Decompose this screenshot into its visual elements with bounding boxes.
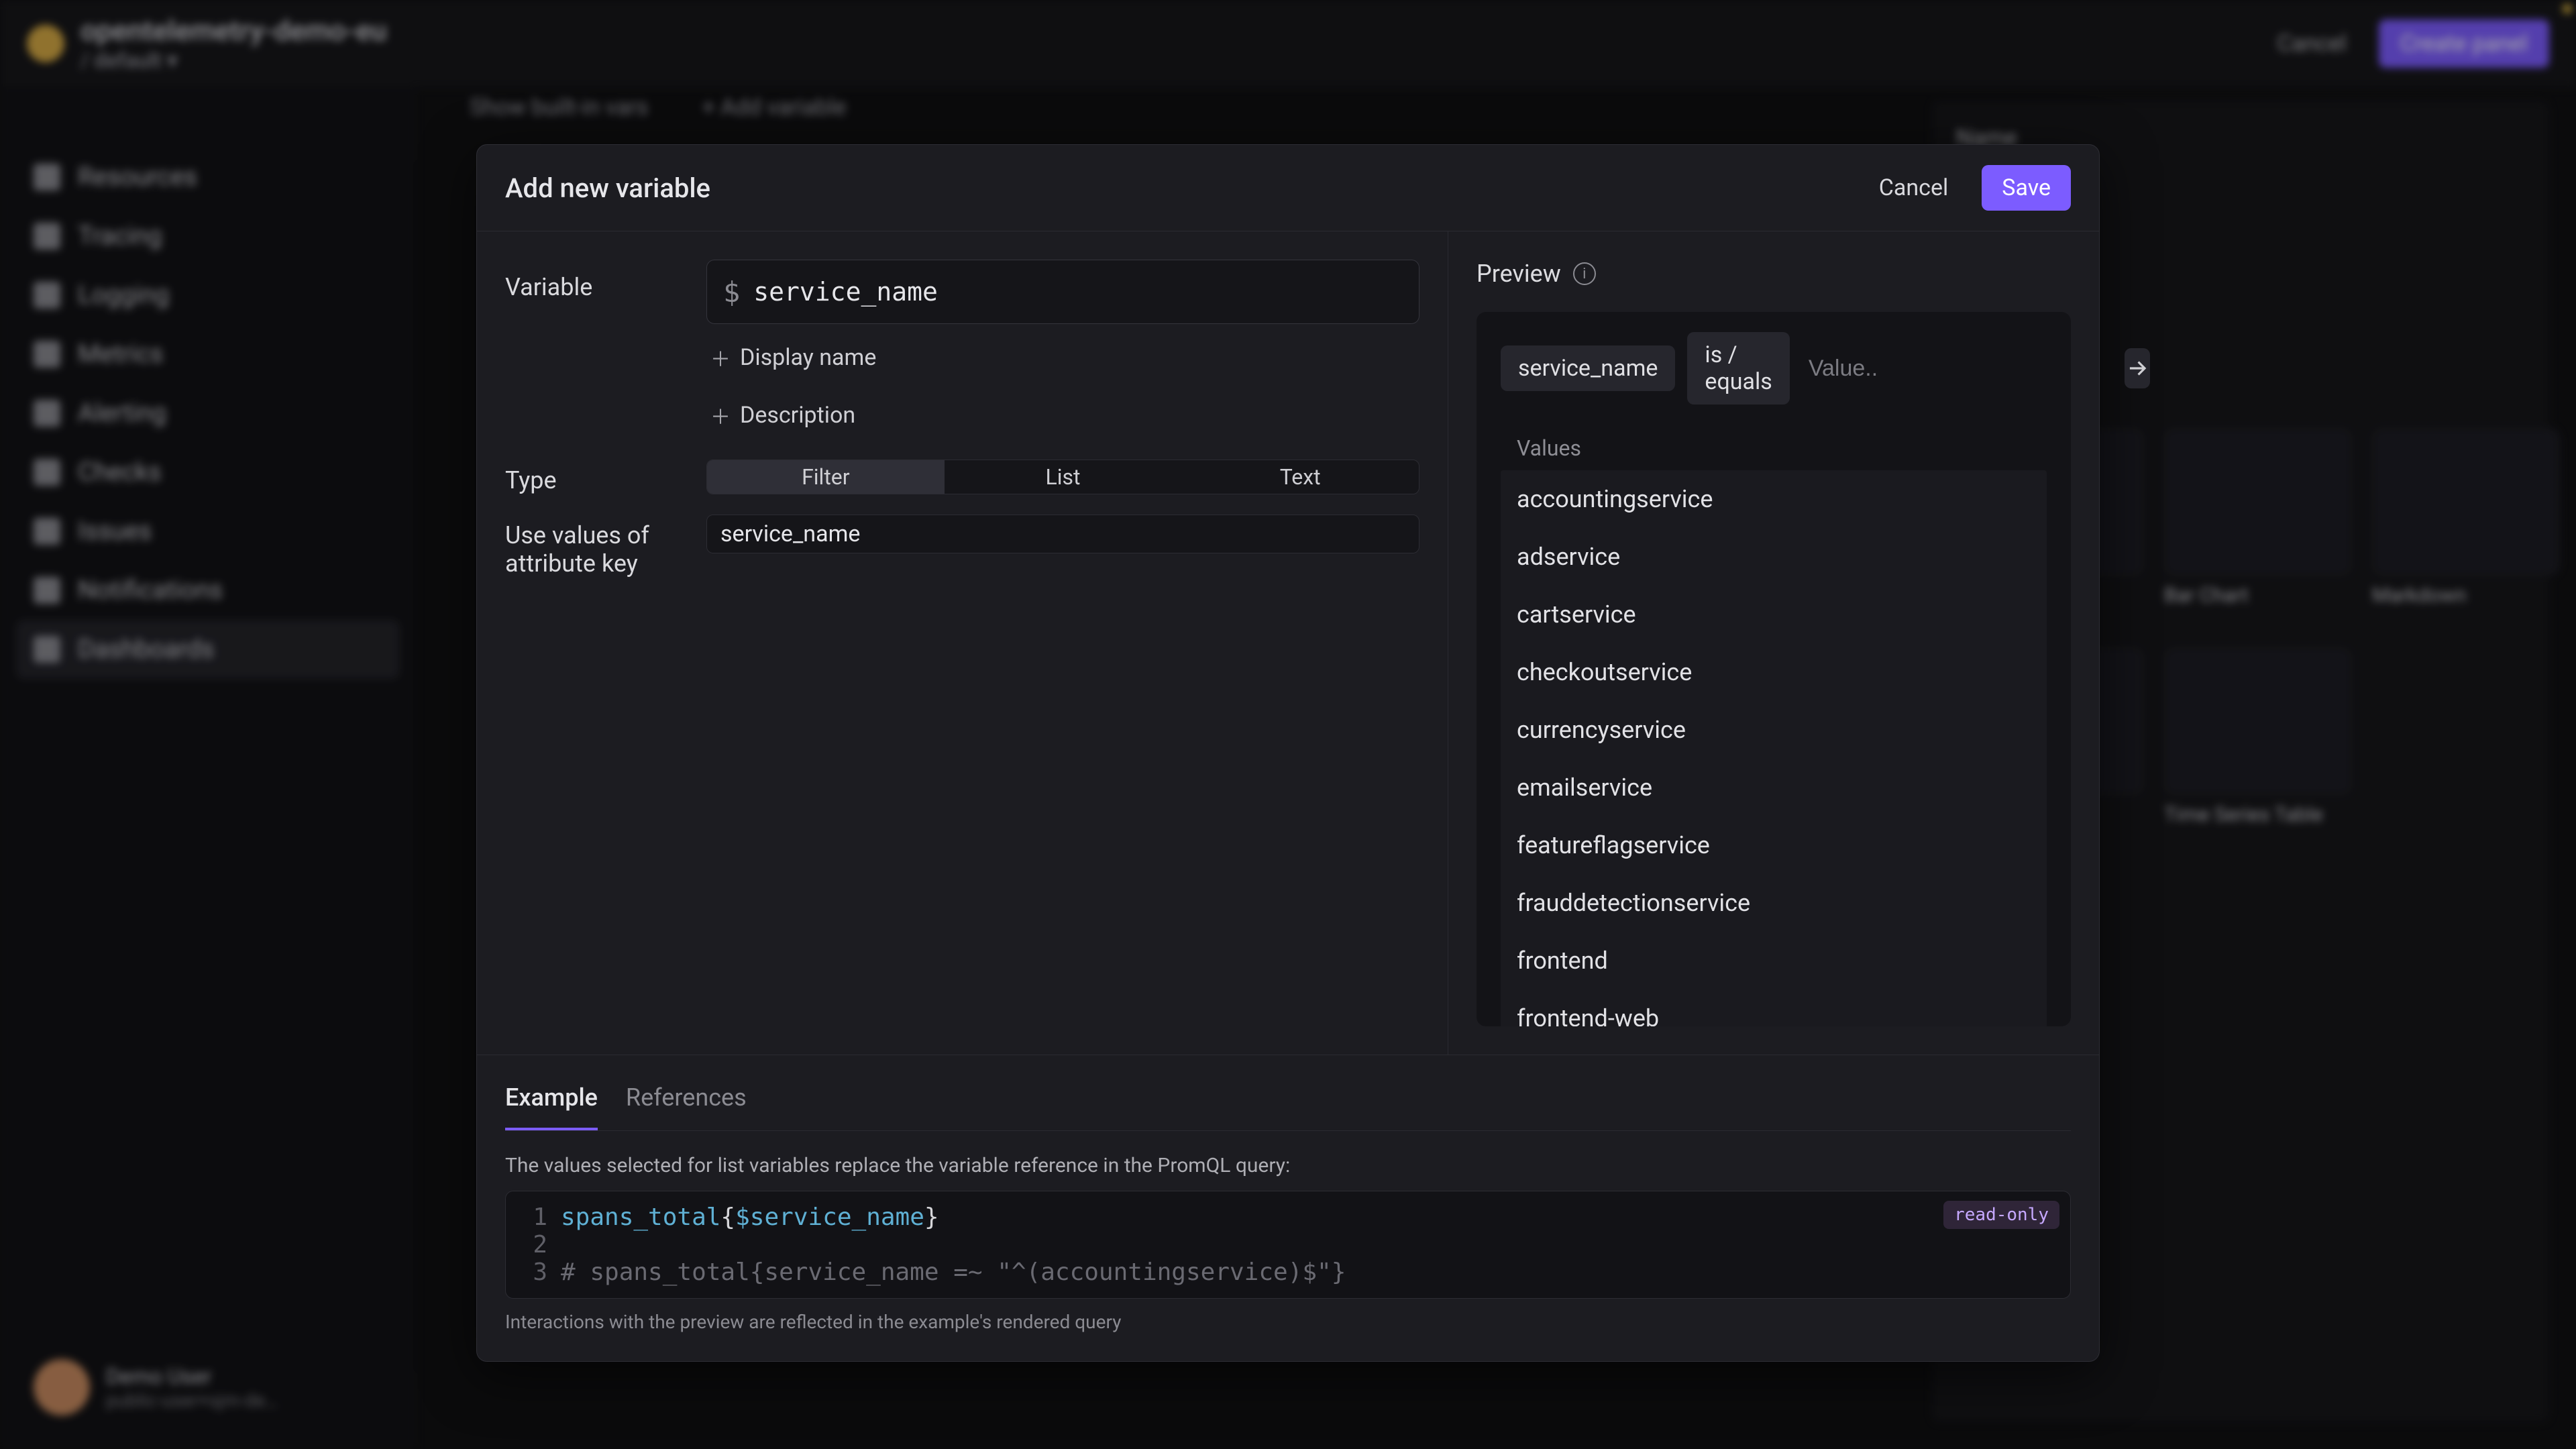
values-list[interactable]: accountingserviceadservicecartserviceche… [1501,470,2047,1026]
plus-icon: ＋ [710,343,731,372]
values-header: Values [1477,422,2071,470]
value-item[interactable]: accountingservice [1501,470,2047,528]
value-item[interactable]: checkoutservice [1501,643,2047,701]
attr-key-label: Use values of attribute key [505,515,706,578]
line-number: 3 [521,1258,547,1286]
value-item[interactable]: emailservice [1501,759,2047,816]
cancel-button[interactable]: Cancel [1859,165,1969,211]
plus-icon: ＋ [710,400,731,430]
attr-key-input[interactable] [706,515,1419,553]
value-item[interactable]: currencyservice [1501,701,2047,759]
preview-query-row: service_name is / equals [1477,332,2071,422]
add-description-label: Description [740,402,855,429]
preview-column: Preview i service_name is / equals Value… [1448,231,2099,1055]
example-description: The values selected for list variables r… [505,1154,2071,1177]
chip-key[interactable]: service_name [1501,345,1675,391]
value-item[interactable]: cartservice [1501,586,2047,643]
code-comment: # spans_total{service_name =~ "^(account… [561,1258,1346,1286]
example-tabs: Example References [505,1071,2071,1131]
type-label: Type [505,460,706,494]
value-item[interactable]: frauddetectionservice [1501,874,2047,932]
value-item[interactable]: adservice [1501,528,2047,586]
preview-value-input[interactable] [1802,346,2112,391]
value-item[interactable]: frontend-web [1501,989,2047,1026]
tab-example[interactable]: Example [505,1071,598,1130]
value-item[interactable]: frontend [1501,932,2047,989]
type-segmented: FilterListText [706,460,1419,494]
variable-input-wrap[interactable]: $ [706,260,1419,324]
info-icon[interactable]: i [1573,262,1596,285]
add-display-name[interactable]: ＋ Display name [706,333,1419,382]
add-description[interactable]: ＋ Description [706,391,1419,439]
example-code: read-only 1 spans_total{$service_name} 2… [505,1191,2071,1299]
type-option-filter[interactable]: Filter [707,460,945,494]
type-option-text[interactable]: Text [1181,460,1419,494]
variable-label: Variable [505,260,706,301]
line-number: 1 [521,1203,547,1231]
example-footnote: Interactions with the preview are reflec… [505,1311,2071,1333]
tab-references[interactable]: References [626,1071,747,1130]
preview-title: Preview [1477,260,1561,288]
modal-header: Add new variable Cancel Save [477,145,2099,231]
add-display-name-label: Display name [740,344,876,371]
dollar-prefix: $ [723,276,740,309]
modal-footer: Example References The values selected fo… [477,1055,2099,1361]
form-column: Variable $ ＋ Display name ＋ Description [477,231,1448,1055]
modal-title: Add new variable [505,172,710,204]
preview-run-button[interactable] [2125,348,2150,388]
add-variable-modal: Add new variable Cancel Save Variable $ … [476,144,2100,1362]
variable-input[interactable] [753,277,1403,307]
save-button[interactable]: Save [1982,165,2071,211]
code-metric: spans_total [561,1203,720,1231]
chip-operator[interactable]: is / equals [1687,332,1789,405]
read-only-badge: read-only [1943,1201,2059,1229]
line-number: 2 [521,1231,547,1258]
type-option-list[interactable]: List [945,460,1182,494]
value-item[interactable]: featureflagservice [1501,816,2047,874]
arrow-right-icon [2125,356,2150,381]
preview-card: service_name is / equals Values accounti… [1477,312,2071,1026]
